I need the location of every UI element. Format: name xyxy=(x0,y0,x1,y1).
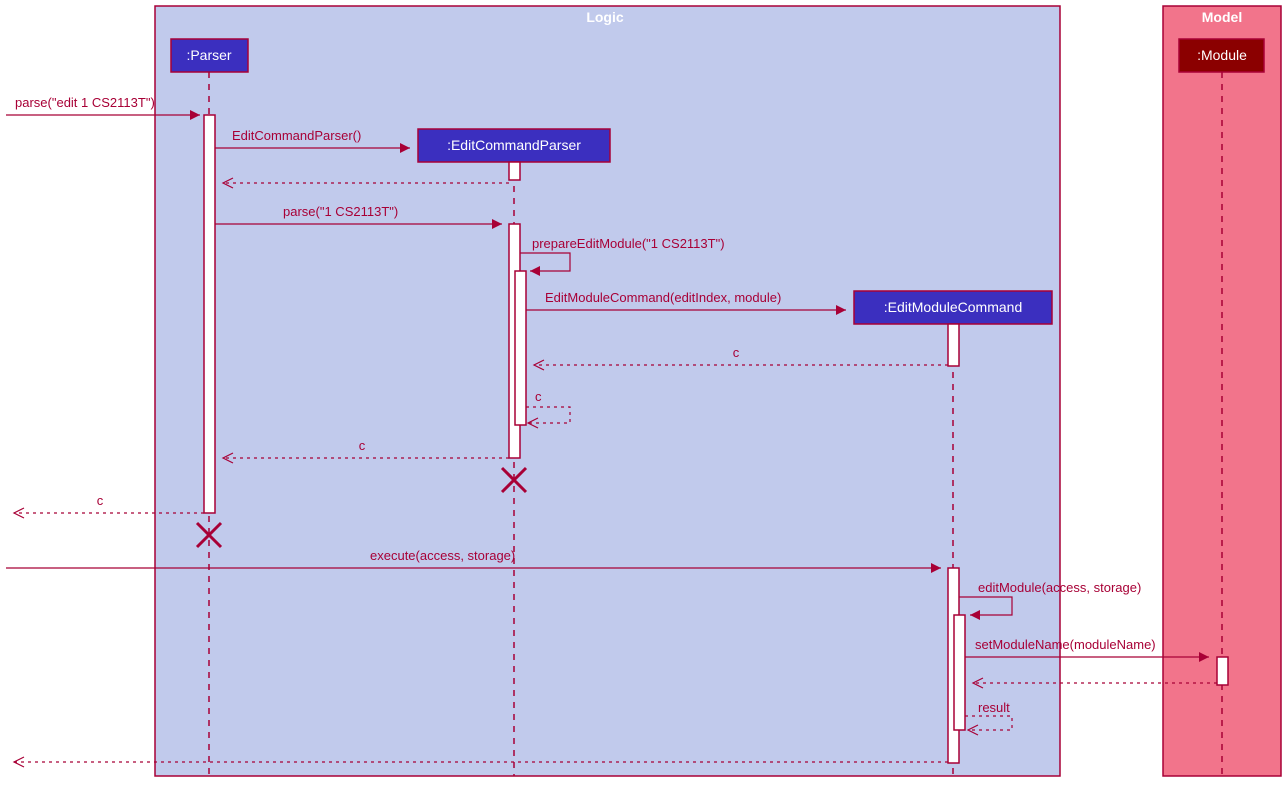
msg-prepareeditmodule: prepareEditModule("1 CS2113T") xyxy=(532,236,725,251)
msg-execute: execute(access, storage) xyxy=(370,548,515,563)
logic-title: Logic xyxy=(586,9,624,25)
msg-setmodulename: setModuleName(moduleName) xyxy=(975,637,1156,652)
logic-box xyxy=(155,6,1060,776)
sequence-diagram: Logic Model :Parser :EditCommandParser :… xyxy=(0,0,1286,789)
msg-parse-edit: parse("edit 1 CS2113T") xyxy=(15,95,155,110)
msg-editmodule: editModule(access, storage) xyxy=(978,580,1141,595)
editmodulecommand-label: :EditModuleCommand xyxy=(884,299,1023,315)
editcommandparser-label: :EditCommandParser xyxy=(447,137,581,153)
msg-return-c1: c xyxy=(733,345,740,360)
msg-editcommandparser-new: EditCommandParser() xyxy=(232,128,361,143)
editmodulecommand-activation-3 xyxy=(954,615,965,730)
parser-activation xyxy=(204,115,215,513)
editcommandparser-activation-3 xyxy=(515,271,526,425)
editcommandparser-activation-1 xyxy=(509,162,520,180)
editmodulecommand-activation-1 xyxy=(948,324,959,366)
model-title: Model xyxy=(1202,9,1242,25)
msg-result: result xyxy=(978,700,1010,715)
module-label: :Module xyxy=(1197,47,1247,63)
parser-label: :Parser xyxy=(186,47,231,63)
msg-return-c4: c xyxy=(97,493,104,508)
module-activation xyxy=(1217,657,1228,685)
msg-return-c3: c xyxy=(359,438,366,453)
msg-return-c2: c xyxy=(535,389,542,404)
msg-editmodulecommand-new: EditModuleCommand(editIndex, module) xyxy=(545,290,781,305)
msg-parse-1: parse("1 CS2113T") xyxy=(283,204,398,219)
